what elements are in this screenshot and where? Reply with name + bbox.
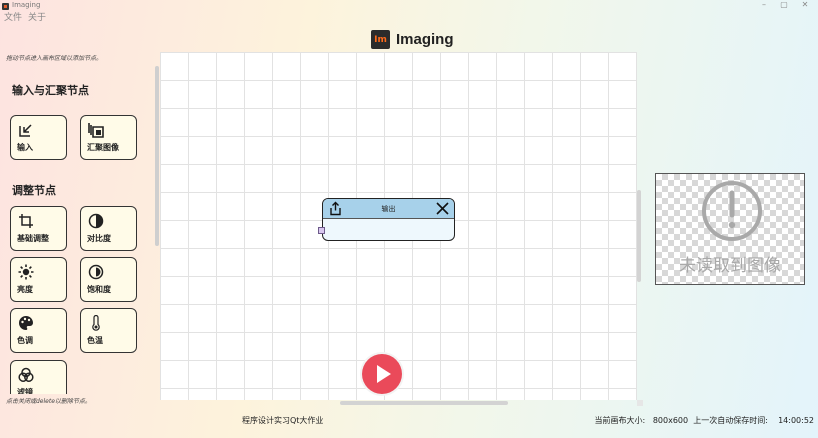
- status-text: 程序设计实习Qt大作业: [242, 416, 324, 425]
- node-button-hue[interactable]: 色调: [10, 308, 67, 353]
- node-button-saturation[interactable]: 饱和度: [80, 257, 137, 302]
- input-icon: [19, 124, 32, 137]
- node-button-input[interactable]: 输入: [10, 115, 67, 160]
- node-button-label: 汇聚图像: [87, 143, 119, 152]
- canvas-status: 当前画布大小: 800x600 上一次自动保存时间: 14:00:52: [594, 416, 814, 425]
- thermometer-icon: [92, 315, 100, 331]
- preview-message: 未读取到图像: [679, 256, 781, 276]
- node-button-brightness[interactable]: 亮度: [10, 257, 67, 302]
- play-icon: [377, 365, 391, 383]
- node-button-label: 亮度: [17, 285, 33, 294]
- contrast-icon: [88, 213, 104, 229]
- node-button-label: 基础调整: [17, 234, 49, 243]
- filter-icon: [18, 367, 34, 382]
- output-node-input-port[interactable]: [318, 227, 325, 234]
- brightness-icon: [18, 264, 34, 280]
- saturation-icon: [88, 264, 104, 280]
- node-button-label: 色调: [17, 336, 33, 345]
- merge-icon: [88, 123, 104, 138]
- node-palette: 输入与汇聚节点 输入 汇聚图像 调整节点 基础调整 对比度 亮度 饱和度 色调 …: [0, 64, 160, 394]
- canvas-vertical-scrollbar[interactable]: [637, 190, 641, 282]
- node-button-filter[interactable]: 滤镜: [10, 360, 67, 394]
- title-bar: Imaging – ▢ ✕: [0, 0, 818, 12]
- output-node-header[interactable]: 输出: [323, 199, 454, 219]
- menu-file[interactable]: 文件: [4, 12, 22, 25]
- delete-hint: 点击关闭或delete以删除节点。: [6, 398, 91, 405]
- app-title: Imaging: [396, 31, 454, 48]
- close-icon[interactable]: [435, 201, 450, 216]
- app-logo: Im: [371, 30, 390, 49]
- node-button-label: 滤镜: [17, 388, 33, 394]
- close-window-button[interactable]: ✕: [795, 0, 815, 9]
- section-title-input: 输入与汇聚节点: [12, 84, 89, 97]
- node-button-label: 对比度: [87, 234, 111, 243]
- crop-icon: [19, 214, 33, 228]
- node-button-label: 饱和度: [87, 285, 111, 294]
- maximize-button[interactable]: ▢: [774, 0, 794, 9]
- section-title-adjust: 调整节点: [12, 184, 56, 197]
- minimize-button[interactable]: –: [754, 0, 774, 9]
- scroll-corner: [637, 400, 643, 406]
- drag-hint: 拖动节点进入画布区域以添加节点。: [6, 55, 103, 62]
- window-title: Imaging: [12, 1, 41, 9]
- node-button-label: 色温: [87, 336, 103, 345]
- node-button-temperature[interactable]: 色温: [80, 308, 137, 353]
- alert-circle-icon: [702, 181, 762, 241]
- image-preview: 未读取到图像: [655, 173, 805, 285]
- menu-bar: 文件 关于: [0, 12, 46, 25]
- node-button-merge[interactable]: 汇聚图像: [80, 115, 137, 160]
- node-button-label: 输入: [17, 143, 33, 152]
- node-button-contrast[interactable]: 对比度: [80, 206, 137, 251]
- app-header: Im Imaging: [371, 30, 454, 49]
- palette-scrollbar[interactable]: [155, 66, 159, 246]
- palette-icon: [19, 316, 33, 330]
- run-button[interactable]: [362, 354, 402, 394]
- app-icon: [2, 3, 9, 10]
- output-node[interactable]: 输出: [322, 198, 455, 241]
- menu-about[interactable]: 关于: [28, 12, 46, 25]
- node-button-basic-adjust[interactable]: 基础调整: [10, 206, 67, 251]
- canvas-horizontal-scrollbar[interactable]: [340, 401, 508, 405]
